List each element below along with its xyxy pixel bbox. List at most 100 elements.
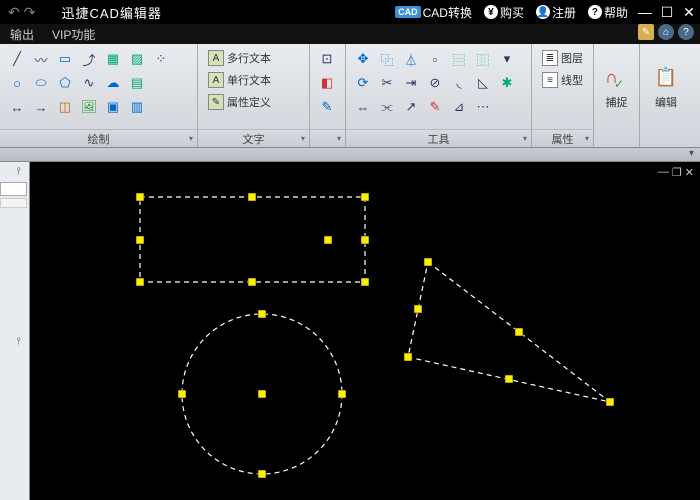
fillet-icon[interactable]: ◟ (448, 72, 470, 94)
region-icon[interactable]: ▨ (126, 48, 148, 70)
rotate-icon[interactable]: ⟳ (352, 72, 374, 94)
help-icon: ? (588, 5, 602, 19)
multiline-label: 多行文本 (227, 50, 271, 66)
maximize-button[interactable]: ☐ (656, 4, 678, 21)
edit-icon[interactable]: ✎ (424, 96, 446, 118)
workspace: ⫯ ⫯ — ❐ ✕ (0, 162, 700, 500)
menubar: 输出 VIP功能 ✎ ⌂ ? (0, 24, 700, 44)
singleline-label: 单行文本 (227, 72, 271, 88)
panel-tab2[interactable] (0, 198, 27, 208)
attrdef-button[interactable]: ✎属性定义 (204, 92, 303, 112)
side-panel: ⫯ ⫯ (0, 162, 30, 500)
yen-icon: ¥ (484, 5, 498, 19)
clipboard-icon: 📋 (652, 64, 680, 92)
image-icon[interactable]: 🖼 (78, 96, 100, 118)
polygon-icon[interactable]: ⬠ (54, 72, 76, 94)
panel-snap: ∩✓ 捕捉 (594, 44, 640, 147)
stretch-icon[interactable]: ⇔ (352, 96, 374, 118)
panel-dim: ⊡ ◧ ✎ (310, 44, 346, 147)
panel-properties-label[interactable]: 属性 (532, 129, 593, 147)
measure-icon[interactable]: ⊿ (448, 96, 470, 118)
block-icon[interactable]: ◫ (54, 96, 76, 118)
cloud-icon[interactable]: ☁ (102, 72, 124, 94)
panel-dim-label[interactable] (310, 129, 345, 147)
divide-icon[interactable]: ⋯ (472, 96, 494, 118)
buy-button[interactable]: ¥ 购买 (478, 4, 530, 21)
cad-convert-button[interactable]: CAD CAD转换 (389, 4, 478, 21)
array-icon[interactable]: ⿳ (448, 48, 470, 70)
offset-icon[interactable]: ▫ (424, 48, 446, 70)
undo-icon[interactable]: ↶ (8, 4, 20, 21)
snap-label: 捕捉 (606, 94, 628, 110)
register-button[interactable]: 👤 注册 (530, 4, 582, 21)
redo-icon[interactable]: ↷ (24, 4, 36, 21)
break-icon[interactable]: ⊘ (424, 72, 446, 94)
circle-icon[interactable]: ○ (6, 72, 28, 94)
dim3-icon[interactable]: ✎ (316, 96, 338, 118)
undo-redo-group: ↶ ↷ (0, 4, 43, 21)
panel-draw-label[interactable]: 绘制 (0, 129, 197, 147)
lengthen-icon[interactable]: ↗ (400, 96, 422, 118)
ribbon-collapse-strip[interactable] (0, 148, 700, 162)
doc-icon[interactable]: ✎ (638, 24, 654, 40)
menu-output[interactable]: 输出 (10, 26, 34, 43)
panel-tools: ✥ ⿻ ⏃ ▫ ⿳ ⿲ ▾ ⟳ ✂ ⇥ ⊘ ◟ ◺ ✱ (346, 44, 532, 147)
edit-button[interactable]: 📋 编辑 (646, 48, 686, 125)
close-button[interactable]: ✕ (678, 4, 700, 21)
multiline-text-button[interactable]: A多行文本 (204, 48, 303, 68)
hatch-icon[interactable]: ▦ (102, 48, 124, 70)
menu-vip[interactable]: VIP功能 (52, 26, 95, 43)
layer-button[interactable]: ≣图层 (538, 48, 587, 68)
explode-icon[interactable]: ✱ (496, 72, 518, 94)
spline-icon[interactable]: ∿ (78, 72, 100, 94)
scale-icon[interactable]: ▾ (496, 48, 518, 70)
trim-icon[interactable]: ✂ (376, 72, 398, 94)
drawing-canvas[interactable]: — ❐ ✕ (30, 162, 700, 500)
arc-icon[interactable]: ⤴ (78, 48, 100, 70)
panel-tools-label[interactable]: 工具 (346, 129, 531, 147)
singleline-text-button[interactable]: A单行文本 (204, 70, 303, 90)
ray-icon[interactable]: → (30, 96, 52, 118)
edit-label: 编辑 (655, 94, 677, 110)
pin-icon[interactable]: ⫯ (17, 166, 21, 177)
ribbon: ╱ 〰 ▭ ⤴ ▦ ▨ ⁘ ○ ⬭ ⬠ ∿ ☁ ▤ ↔ (0, 44, 700, 148)
line-icon[interactable]: ╱ (6, 48, 28, 70)
panel-draw: ╱ 〰 ▭ ⤴ ▦ ▨ ⁘ ○ ⬭ ⬠ ∿ ☁ ▤ ↔ (0, 44, 198, 147)
xline-icon[interactable]: ↔ (6, 96, 28, 118)
wipeout-icon[interactable]: ▥ (126, 96, 148, 118)
minimize-button[interactable]: — (634, 4, 656, 20)
mirror-icon[interactable]: ⏃ (400, 48, 422, 70)
pin-icon-2[interactable]: ⫯ (17, 336, 21, 347)
chamfer-icon[interactable]: ◺ (472, 72, 494, 94)
extend-icon[interactable]: ⇥ (400, 72, 422, 94)
rect-icon[interactable]: ▭ (54, 48, 76, 70)
join-icon[interactable]: ⫘ (376, 96, 398, 118)
snap-button[interactable]: ∩✓ 捕捉 (600, 48, 633, 125)
panel-text: A多行文本 A单行文本 ✎属性定义 文字 (198, 44, 310, 147)
point-icon[interactable]: ⁘ (150, 48, 172, 70)
table-icon[interactable]: ▤ (126, 72, 148, 94)
panel-edit: 📋 编辑 (640, 44, 700, 147)
polyline-icon[interactable]: 〰 (30, 48, 52, 70)
help-button[interactable]: ? 帮助 (582, 4, 634, 21)
help-label: 帮助 (604, 4, 628, 21)
info-icon[interactable]: ? (678, 24, 694, 40)
panel-text-label[interactable]: 文字 (198, 129, 309, 147)
shapes-svg (30, 162, 700, 500)
move-icon[interactable]: ✥ (352, 48, 374, 70)
linetype-button[interactable]: ≡线型 (538, 70, 587, 90)
attrdef-label: 属性定义 (227, 94, 271, 110)
copy-icon[interactable]: ⿻ (376, 48, 398, 70)
app-title: 迅捷CAD编辑器 (43, 3, 179, 22)
home-icon[interactable]: ⌂ (658, 24, 674, 40)
boundary-icon[interactable]: ▣ (102, 96, 124, 118)
panel-properties: ≣图层 ≡线型 属性 (532, 44, 594, 147)
ellipse-icon[interactable]: ⬭ (30, 72, 52, 94)
dim2-icon[interactable]: ◧ (316, 72, 338, 94)
dim1-icon[interactable]: ⊡ (316, 48, 338, 70)
linetype-label: 线型 (561, 72, 583, 88)
panel-tab[interactable] (0, 182, 27, 196)
titlebar: ↶ ↷ 迅捷CAD编辑器 CAD CAD转换 ¥ 购买 👤 注册 ? 帮助 — … (0, 0, 700, 24)
align-icon[interactable]: ⿲ (472, 48, 494, 70)
cad-convert-label: CAD转换 (423, 4, 472, 21)
